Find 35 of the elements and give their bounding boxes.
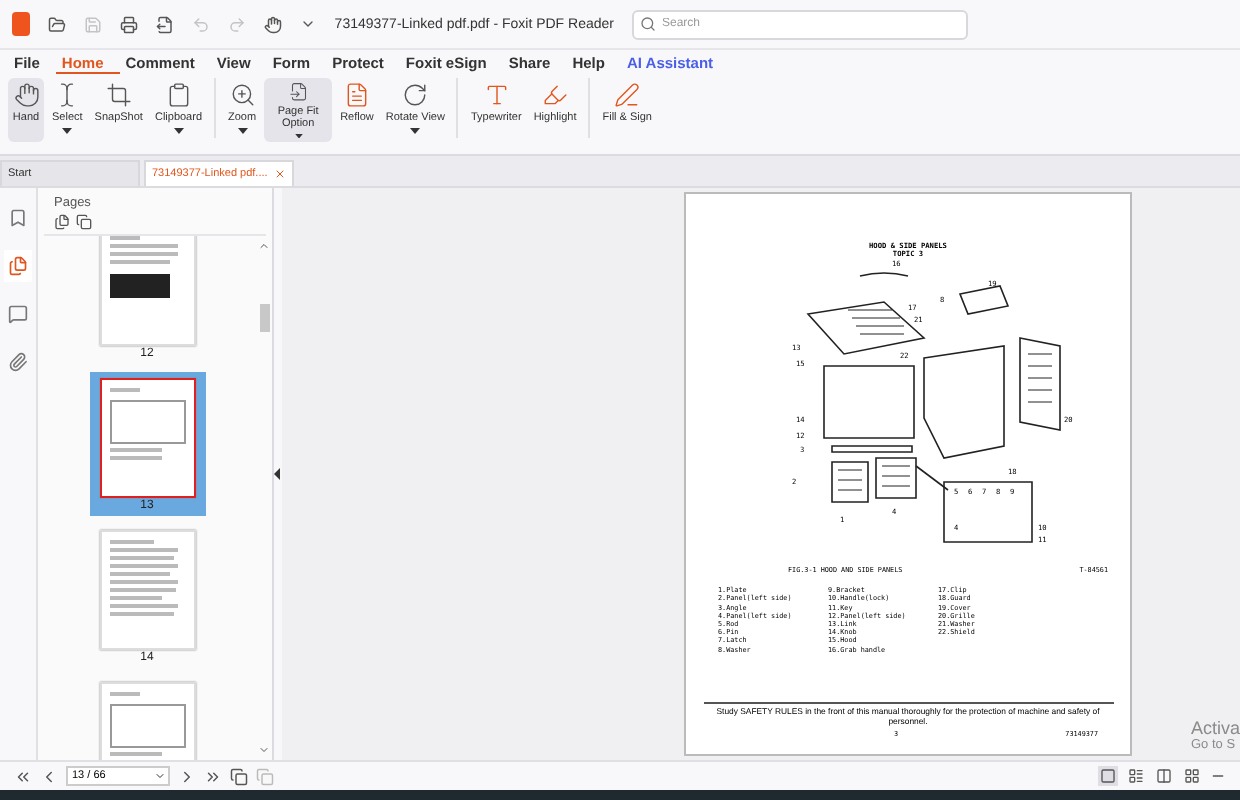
scrollbar-thumb[interactable]	[259, 304, 269, 332]
pages-icon[interactable]	[54, 214, 70, 230]
text-icon	[483, 82, 510, 108]
activation-notice: Activa	[1190, 718, 1240, 738]
highlighter-icon	[542, 82, 569, 108]
clipboard-icon	[165, 82, 192, 108]
hand-icon	[13, 82, 39, 108]
page-fit-icon	[285, 82, 312, 102]
view-mode-icon[interactable]	[1182, 766, 1202, 786]
open-icon[interactable]	[48, 15, 67, 33]
photo-placeholder	[109, 274, 170, 298]
copy-icon[interactable]	[76, 214, 92, 230]
caret-icon[interactable]	[300, 16, 317, 32]
close-icon[interactable]	[273, 168, 286, 180]
view-mode-icon[interactable]	[1154, 766, 1174, 786]
rotate-icon	[402, 82, 429, 108]
search-icon	[640, 15, 656, 31]
hand-icon[interactable]	[264, 15, 283, 33]
view-mode-icon[interactable]	[1126, 766, 1146, 786]
first-page-icon[interactable]	[14, 767, 32, 785]
diagram-thumbnail-drawing	[109, 704, 185, 748]
export-icon[interactable]	[156, 15, 175, 33]
previous-page-icon[interactable]	[40, 767, 58, 785]
pen-icon	[614, 82, 641, 108]
zoom-in-icon	[229, 82, 256, 108]
app-logo-icon	[12, 12, 31, 36]
document-icon	[343, 82, 370, 108]
last-page-icon[interactable]	[204, 767, 222, 785]
pages-icon[interactable]	[4, 250, 32, 282]
diagram-thumbnail-drawing	[109, 400, 185, 444]
view-mode-icon[interactable]	[1098, 766, 1118, 786]
crop-icon	[105, 82, 132, 108]
next-page-icon[interactable]	[178, 767, 196, 785]
copy-icon[interactable]	[230, 767, 248, 785]
print-icon[interactable]	[120, 15, 139, 33]
